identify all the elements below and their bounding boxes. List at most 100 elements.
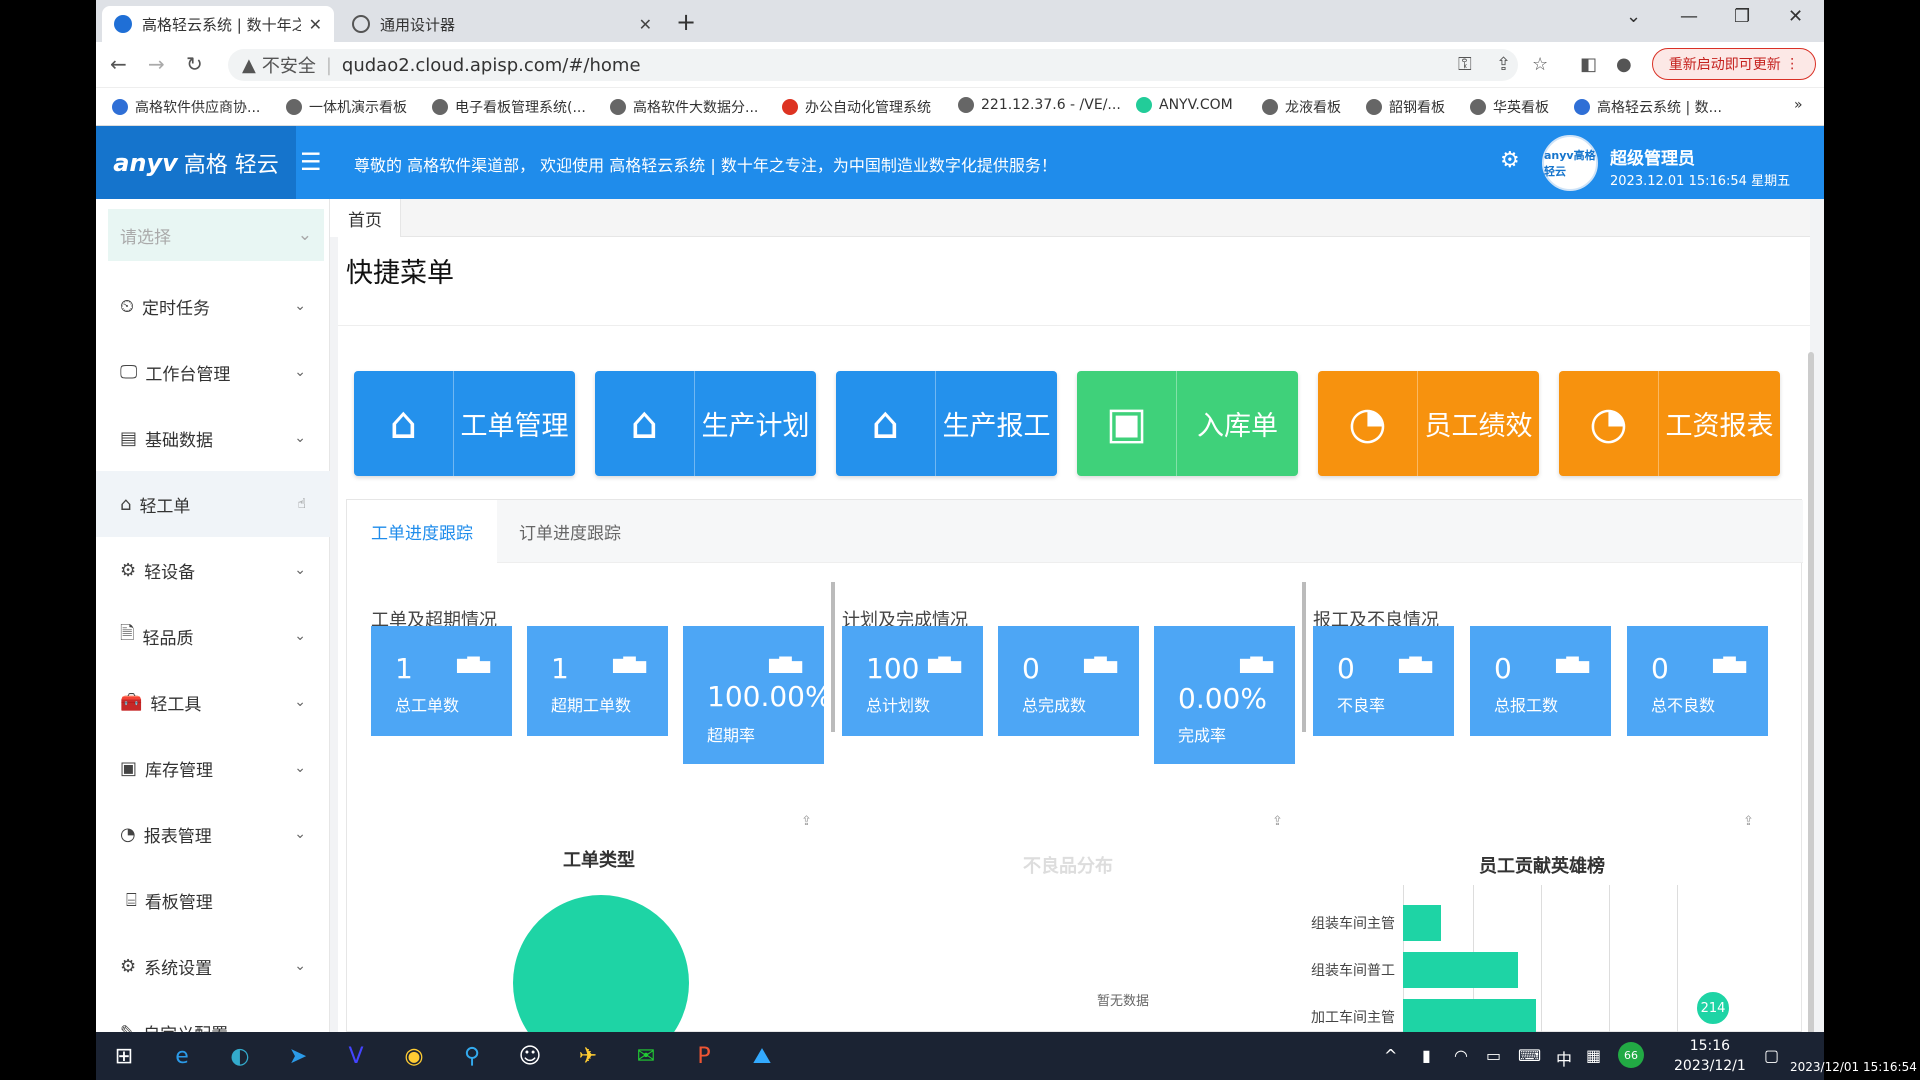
star-icon[interactable]: ☆ xyxy=(1532,54,1548,75)
stat-card: 1 超期工单数 ▆▇▅ xyxy=(527,626,668,736)
sidebar-item-label: 看板管理 xyxy=(144,892,213,913)
more-bookmarks-icon[interactable]: » xyxy=(1794,97,1803,113)
bookmark-item[interactable]: 高格软件大数据分... xyxy=(610,97,758,117)
sidebar-item-inventory[interactable]: ▣ 库存管理 ⌄ xyxy=(96,735,330,801)
close-window-icon[interactable]: ✕ xyxy=(1788,6,1803,27)
edge-icon[interactable]: ◐ xyxy=(226,1042,254,1070)
qq-icon[interactable]: ☺ xyxy=(516,1042,544,1070)
chevron-down-icon: ⌄ xyxy=(294,694,306,710)
bar[interactable] xyxy=(1403,952,1518,988)
bookmark-item[interactable]: 高格轻云系统 | 数... xyxy=(1574,97,1722,117)
sidebar-item-system-settings[interactable]: ⚙ 系统设置 ⌄ xyxy=(96,933,330,999)
notification-icon[interactable]: ▢ xyxy=(1764,1046,1779,1065)
sidebar-item-label: 工作台管理 xyxy=(145,364,231,385)
tab-search-icon[interactable]: ⌄ xyxy=(1626,6,1641,27)
export-icon[interactable]: ⇪ xyxy=(1743,814,1754,829)
share-icon[interactable]: ⇪ xyxy=(1496,54,1511,75)
bookmark-item[interactable]: 办公自动化管理系统 xyxy=(782,97,931,117)
sidebar-item-label: 库存管理 xyxy=(145,760,214,781)
battery-icon[interactable]: ▭ xyxy=(1486,1046,1501,1065)
bookmark-item[interactable]: 韶钢看板 xyxy=(1366,97,1445,117)
microphone-icon[interactable]: ▮ xyxy=(1422,1046,1431,1065)
network-icon[interactable]: ◠ xyxy=(1454,1046,1468,1065)
breadcrumb-home[interactable]: 首页 xyxy=(330,199,401,237)
quick-salary-report-button[interactable]: ◔ 工资报表 xyxy=(1559,371,1780,476)
keyboard-icon[interactable]: ⌨ xyxy=(1518,1046,1541,1065)
settings-gear-icon[interactable]: ⚙ xyxy=(1500,148,1520,173)
avatar[interactable]: anyv高格 轻云 xyxy=(1542,135,1598,191)
sidebar-item-workbench[interactable]: 🖵 工作台管理 ⌄ xyxy=(96,339,330,405)
quick-production-report-button[interactable]: ⌂ 生产报工 xyxy=(836,371,1057,476)
windows-start-icon[interactable]: ⊞ xyxy=(110,1042,138,1070)
minimize-icon[interactable]: — xyxy=(1680,6,1698,27)
clock-icon: ⏲ xyxy=(120,295,135,317)
bookmark-label: 龙液看板 xyxy=(1285,100,1341,116)
bar[interactable] xyxy=(1403,999,1536,1032)
board-app-icon[interactable]: ⛰ xyxy=(748,1042,776,1070)
anyv-favicon-icon xyxy=(1574,99,1590,115)
quick-employee-performance-button[interactable]: ◔ 员工绩效 xyxy=(1318,371,1539,476)
sidebar-item-light-tools[interactable]: 🧰 轻工具 ⌄ xyxy=(96,669,330,735)
powerpoint-icon[interactable]: P xyxy=(690,1042,718,1070)
ie-icon[interactable]: e xyxy=(168,1042,196,1070)
sidebar-item-light-work-order[interactable]: ⌂ 轻工单 ☝ xyxy=(96,471,330,537)
scrollbar[interactable] xyxy=(1808,352,1814,1032)
tool-app-icon[interactable]: ✈ xyxy=(574,1042,602,1070)
bookmark-item[interactable]: 龙液看板 xyxy=(1262,97,1341,117)
bookmark-item[interactable]: 一体机演示看板 xyxy=(286,97,407,117)
menu-toggle-icon[interactable]: ☰ xyxy=(300,148,322,176)
tab-order-progress[interactable]: 订单进度跟踪 xyxy=(495,500,645,563)
tab-work-order-progress[interactable]: 工单进度跟踪 xyxy=(347,500,497,563)
v-app-icon[interactable]: V xyxy=(342,1042,370,1070)
close-tab-icon[interactable]: ✕ xyxy=(309,15,322,34)
sidebar-item-timed-tasks[interactable]: ⏲ 定时任务 ⌄ xyxy=(96,273,330,339)
quick-work-order-button[interactable]: ⌂ 工单管理 xyxy=(354,371,575,476)
module-select[interactable]: 请选择 ⌄ xyxy=(108,209,324,261)
ime-grid-icon[interactable]: ▦ xyxy=(1586,1046,1601,1065)
bookmark-item[interactable]: 电子看板管理系统(... xyxy=(432,97,586,117)
work-order-type-pie[interactable] xyxy=(513,895,689,1032)
chrome-icon[interactable]: ◉ xyxy=(400,1042,428,1070)
feishu-icon[interactable]: ➤ xyxy=(284,1042,312,1070)
warning-icon: ▲ xyxy=(242,54,256,76)
reload-icon[interactable]: ↻ xyxy=(186,52,203,76)
url-field[interactable]: ▲ 不安全 | qudao2.cloud.apisp.com/#/home xyxy=(228,49,1518,81)
chevron-down-icon: ⌄ xyxy=(294,430,306,446)
restore-icon[interactable]: ❐ xyxy=(1734,6,1750,27)
battery-badge[interactable]: 66 xyxy=(1618,1042,1644,1068)
bookmark-item[interactable]: 华英看板 xyxy=(1470,97,1549,117)
key-icon[interactable]: ⚿ xyxy=(1458,54,1472,75)
recording-timestamp: 2023/12/01 15:16:54 xyxy=(1790,1060,1917,1074)
forward-icon[interactable]: → xyxy=(148,52,165,76)
sidepanel-icon[interactable]: ◧ xyxy=(1580,54,1597,75)
ime-indicator[interactable]: 中 xyxy=(1556,1046,1572,1070)
close-tab-icon[interactable]: ✕ xyxy=(639,15,652,34)
sidebar-item-label: 轻工具 xyxy=(150,694,202,715)
sidebar-item-reports[interactable]: ◔ 报表管理 ⌄ xyxy=(96,801,330,867)
bar[interactable] xyxy=(1403,905,1441,941)
sidebar-item-basic-data[interactable]: ▤ 基础数据 ⌄ xyxy=(96,405,330,471)
quick-stock-in-button[interactable]: ▣ 入库单 xyxy=(1077,371,1298,476)
bookmark-item[interactable]: ANYV.COM xyxy=(1136,97,1233,113)
sidebar-item-light-quality[interactable]: 🗎 轻品质 ⌄ xyxy=(96,603,330,669)
relaunch-button[interactable]: 重新启动即可更新 ⋮ xyxy=(1652,48,1816,80)
sidebar-item-custom-config[interactable]: ✎ 自定义配置 ⌄ xyxy=(96,999,330,1033)
export-icon[interactable]: ⇪ xyxy=(801,814,812,829)
export-icon[interactable]: ⇪ xyxy=(1272,814,1283,829)
stat-value: 0 xyxy=(1337,652,1355,685)
quick-production-plan-button[interactable]: ⌂ 生产计划 xyxy=(595,371,816,476)
tray-expand-icon[interactable]: ^ xyxy=(1384,1046,1397,1065)
search-app-icon[interactable]: ⚲ xyxy=(458,1042,486,1070)
sidebar-item-boards[interactable]: ⌸ 看板管理 xyxy=(96,867,330,933)
wechat-icon[interactable]: ✉ xyxy=(632,1042,660,1070)
bar-label: 组装车间普工 xyxy=(1311,963,1395,979)
tab-home[interactable]: 高格轻云系统 | 数十年之专注，为 ✕ xyxy=(102,6,334,42)
profile-icon[interactable]: ● xyxy=(1616,54,1632,75)
new-tab-button[interactable]: + xyxy=(676,8,696,36)
sidebar-item-light-device[interactable]: ⚙ 轻设备 ⌄ xyxy=(96,537,330,603)
bookmark-item[interactable]: 221.12.37.6 - /VE/... xyxy=(958,97,1121,113)
tab-designer[interactable]: 通用设计器 ✕ xyxy=(340,6,664,42)
back-icon[interactable]: ← xyxy=(110,52,127,76)
clock[interactable]: 15:16 2023/12/1 xyxy=(1674,1036,1746,1076)
bookmark-item[interactable]: 高格软件供应商协... xyxy=(112,97,260,117)
